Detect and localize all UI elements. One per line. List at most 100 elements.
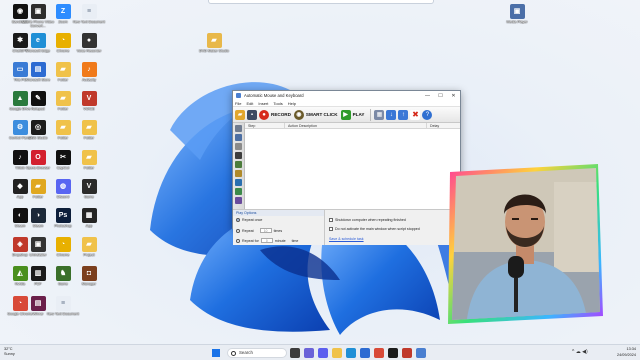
desktop-icon[interactable]: V VOICE bbox=[72, 91, 106, 111]
delete-icon[interactable]: ✖ bbox=[410, 109, 421, 120]
automatic-mouse-taskbar-icon[interactable] bbox=[416, 348, 426, 358]
maximize-button[interactable]: ☐ bbox=[434, 93, 447, 99]
desktop-icon-label: Game bbox=[84, 195, 94, 199]
desktop-icon[interactable]: V Game bbox=[72, 179, 106, 199]
text-icon[interactable] bbox=[235, 161, 242, 168]
repeat-once-radio[interactable] bbox=[236, 218, 240, 222]
play-options-panel: Play Options Repeat once Repeat 10 times… bbox=[233, 209, 460, 245]
teams-icon[interactable] bbox=[318, 348, 328, 358]
keyboard-icon[interactable] bbox=[235, 143, 242, 150]
no-activate-checkbox[interactable] bbox=[329, 227, 333, 231]
title-bar[interactable]: Automatic Mouse and Keyboard — ☐ ✕ bbox=[233, 91, 460, 100]
script-icon[interactable] bbox=[235, 197, 242, 204]
automatic-mouse-keyboard-window[interactable]: Automatic Mouse and Keyboard — ☐ ✕ File … bbox=[232, 90, 461, 245]
desktop-icon[interactable]: ● Voice Recorder bbox=[72, 33, 106, 53]
store-icon[interactable] bbox=[360, 348, 370, 358]
column-action-description[interactable]: Action Description bbox=[285, 123, 427, 128]
desktop-icon[interactable]: ▰ Folder bbox=[72, 120, 106, 140]
save-icon[interactable]: ▪ bbox=[247, 109, 257, 120]
repeat-for-option[interactable]: Repeat for 0 minute time bbox=[236, 238, 298, 243]
desktop-icon[interactable]: ▣ Media Player bbox=[500, 4, 534, 24]
move-up-icon[interactable]: ↑ bbox=[398, 109, 409, 120]
menu-tools[interactable]: Tools bbox=[273, 100, 282, 106]
desktop-icon[interactable]: ▰ DVD Maker Studio bbox=[197, 33, 231, 53]
repeat-once-option[interactable]: Repeat once bbox=[236, 218, 262, 222]
column-delay[interactable]: Delay bbox=[427, 123, 460, 128]
repeat-for-label: Repeat for bbox=[242, 238, 259, 243]
time-label: time bbox=[291, 238, 299, 243]
move-down-icon[interactable]: ↓ bbox=[386, 109, 397, 120]
action-table[interactable]: Step Action Description Delay bbox=[245, 123, 460, 209]
menu-edit[interactable]: Edit bbox=[246, 100, 253, 106]
file-explorer-icon[interactable] bbox=[332, 348, 342, 358]
toolbar: ▰ ▪ ● RECORD ◉ SMART CLICK ▶ PLAY ▦ ↓ ↑ … bbox=[233, 107, 460, 123]
play-options-right: Shutdown computer when repeating finishe… bbox=[325, 210, 460, 245]
clock[interactable]: 13:34 24/09/2024 bbox=[617, 347, 636, 358]
search-icon bbox=[231, 350, 236, 356]
smart-click-button[interactable]: ◉ SMART CLICK bbox=[293, 109, 338, 120]
app-icon: ● bbox=[81, 33, 97, 48]
menu-help[interactable]: Help bbox=[288, 100, 296, 106]
desktop-icon-label: Folder bbox=[83, 166, 95, 170]
close-button[interactable]: ✕ bbox=[447, 93, 460, 99]
weather-widget[interactable]: 32°C Sunny bbox=[4, 347, 15, 357]
desktop-icon[interactable]: ≡ New Text Document bbox=[72, 4, 106, 24]
shutdown-checkbox[interactable] bbox=[329, 218, 333, 222]
repeat-radio[interactable] bbox=[236, 228, 240, 233]
desktop-icon[interactable]: ▰ Project bbox=[72, 237, 106, 257]
app-icon: ▣ bbox=[30, 4, 46, 19]
repeat-label: Repeat bbox=[242, 228, 254, 233]
start-button[interactable] bbox=[212, 349, 220, 357]
desktop-icon-label: Voice Recorder bbox=[76, 49, 102, 53]
play-button[interactable]: ▶ PLAY bbox=[340, 109, 364, 120]
system-tray-icons[interactable]: ^ ☁ ◀) bbox=[572, 349, 588, 355]
desktop-icon[interactable]: ▰ Folder bbox=[72, 150, 106, 170]
shutdown-option[interactable]: Shutdown computer when repeating finishe… bbox=[329, 218, 406, 222]
repeat-for-input[interactable]: 0 bbox=[260, 238, 273, 243]
desktop-icon[interactable]: ♪ Audacity bbox=[72, 62, 106, 82]
grid-icon[interactable]: ▦ bbox=[374, 109, 385, 120]
open-folder-icon[interactable]: ▰ bbox=[235, 109, 245, 120]
app-icon: Z bbox=[55, 4, 71, 19]
flow-icon[interactable] bbox=[235, 188, 242, 195]
loop-icon[interactable] bbox=[235, 179, 242, 186]
mouse-icon[interactable] bbox=[235, 125, 242, 132]
desktop-icon-label: Media Player bbox=[506, 20, 528, 24]
cursor-icon[interactable] bbox=[235, 134, 242, 141]
app-icon: ≡ bbox=[81, 4, 97, 19]
menu-insert[interactable]: Insert bbox=[258, 100, 268, 106]
delay-icon[interactable] bbox=[235, 170, 242, 177]
app-icon: V bbox=[81, 179, 97, 194]
desktop-icon[interactable]: ◘ Manager bbox=[72, 266, 106, 286]
app-icon: ✂ bbox=[55, 150, 71, 165]
schedule-task-link[interactable]: Save & schedule task bbox=[329, 237, 364, 241]
toolbar-separator bbox=[370, 108, 372, 121]
widgets-icon[interactable] bbox=[304, 348, 314, 358]
record-button[interactable]: ● RECORD bbox=[259, 109, 291, 120]
edge-icon[interactable] bbox=[346, 348, 356, 358]
task-view-icon[interactable] bbox=[290, 348, 300, 358]
chrome-icon[interactable] bbox=[374, 348, 384, 358]
obs-icon[interactable] bbox=[388, 348, 398, 358]
app-icon: ≡ bbox=[55, 296, 71, 311]
app-icon: ▣ bbox=[30, 237, 46, 252]
column-step[interactable]: Step bbox=[245, 123, 285, 128]
no-activate-option[interactable]: Do not activate the main window when scr… bbox=[329, 227, 420, 231]
repeat-times-option[interactable]: Repeat 10 times bbox=[236, 228, 282, 233]
minimize-button[interactable]: — bbox=[421, 93, 434, 99]
app-icon: ▤ bbox=[30, 296, 46, 311]
taskbar-search-box[interactable]: Search bbox=[227, 348, 287, 358]
repeat-count-input[interactable]: 10 bbox=[259, 228, 272, 233]
editor-area: Step Action Description Delay bbox=[233, 123, 460, 209]
desktop-icon[interactable]: ≡ New Text Document bbox=[46, 296, 80, 316]
desktop-icon[interactable]: ▦ App bbox=[72, 208, 106, 228]
app-icon: ◔ bbox=[55, 237, 71, 252]
clock-date: 24/09/2024 bbox=[616, 352, 636, 357]
eye-action-icon[interactable] bbox=[235, 152, 242, 159]
app-icon: ♞ bbox=[55, 266, 71, 281]
help-icon[interactable]: ? bbox=[422, 109, 433, 120]
app-icon: Ps bbox=[55, 208, 71, 223]
menu-file[interactable]: File bbox=[235, 100, 241, 106]
recorder-icon[interactable] bbox=[402, 348, 412, 358]
repeat-for-radio[interactable] bbox=[236, 238, 240, 243]
